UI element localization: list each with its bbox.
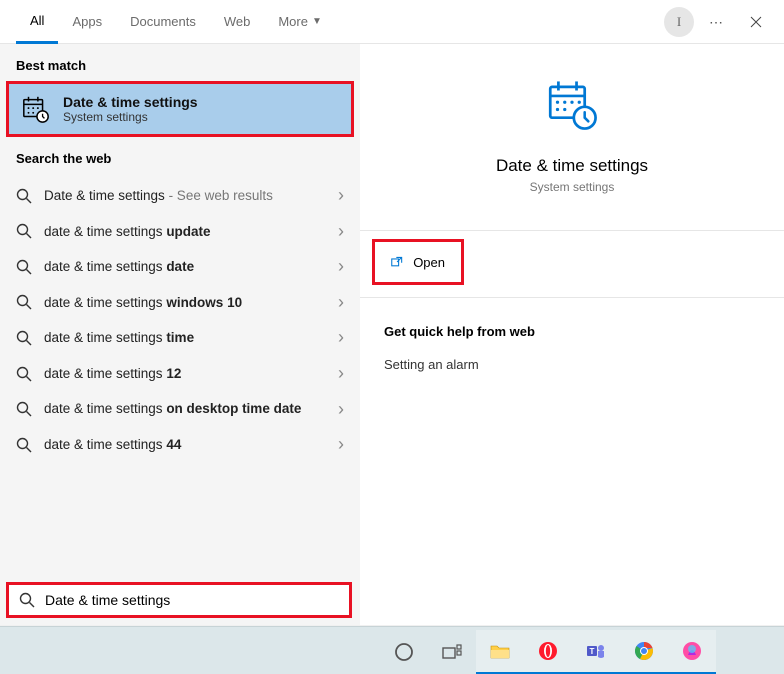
chevron-down-icon: ▼ bbox=[312, 16, 322, 27]
svg-text:T: T bbox=[590, 647, 595, 656]
web-result-text: date & time settings time bbox=[44, 329, 344, 347]
chevron-right-icon: › bbox=[338, 363, 344, 384]
search-icon bbox=[16, 294, 32, 310]
search-icon bbox=[16, 259, 32, 275]
tab-web[interactable]: Web bbox=[210, 0, 265, 44]
close-icon[interactable] bbox=[738, 4, 774, 40]
open-button[interactable]: Open bbox=[372, 239, 464, 285]
search-input[interactable] bbox=[45, 592, 339, 608]
web-result-text: date & time settings 44 bbox=[44, 436, 344, 454]
open-icon bbox=[391, 254, 403, 270]
best-match-heading: Best match bbox=[0, 44, 360, 81]
detail-panel: Date & time settings System settings Ope… bbox=[360, 44, 784, 625]
web-result-item[interactable]: date & time settings update› bbox=[0, 214, 360, 250]
chevron-right-icon: › bbox=[338, 292, 344, 313]
search-icon bbox=[16, 401, 32, 417]
divider bbox=[360, 230, 784, 231]
search-icon bbox=[19, 592, 35, 608]
calendar-clock-icon bbox=[21, 94, 51, 124]
web-result-item[interactable]: date & time settings on desktop time dat… bbox=[0, 391, 360, 427]
tab-apps[interactable]: Apps bbox=[58, 0, 116, 44]
calendar-clock-icon-large bbox=[380, 76, 764, 134]
search-icon bbox=[16, 366, 32, 382]
open-label: Open bbox=[413, 255, 445, 270]
detail-title: Date & time settings bbox=[380, 156, 764, 176]
web-result-item[interactable]: date & time settings 12› bbox=[0, 356, 360, 392]
search-web-heading: Search the web bbox=[0, 137, 360, 174]
web-result-item[interactable]: Date & time settings - See web results› bbox=[0, 178, 360, 214]
web-result-item[interactable]: date & time settings time› bbox=[0, 320, 360, 356]
web-result-text: Date & time settings - See web results bbox=[44, 187, 344, 205]
chevron-right-icon: › bbox=[338, 434, 344, 455]
quick-help-heading: Get quick help from web bbox=[384, 324, 760, 339]
more-options-icon[interactable]: ⋯ bbox=[698, 4, 734, 40]
tab-documents[interactable]: Documents bbox=[116, 0, 210, 44]
web-results-list: Date & time settings - See web results›d… bbox=[0, 174, 360, 466]
web-result-item[interactable]: date & time settings windows 10› bbox=[0, 285, 360, 321]
results-panel: Best match Date & time settings System s… bbox=[0, 44, 360, 625]
taskbar: T bbox=[0, 626, 784, 674]
web-result-text: date & time settings windows 10 bbox=[44, 294, 344, 312]
taskbar-opera[interactable] bbox=[524, 630, 572, 674]
chevron-right-icon: › bbox=[338, 221, 344, 242]
taskbar-taskview[interactable] bbox=[428, 630, 476, 674]
search-icon bbox=[16, 330, 32, 346]
best-match-item[interactable]: Date & time settings System settings bbox=[6, 81, 354, 137]
search-icon bbox=[16, 437, 32, 453]
web-result-text: date & time settings update bbox=[44, 223, 344, 241]
taskbar-teams[interactable]: T bbox=[572, 630, 620, 674]
help-item[interactable]: Setting an alarm bbox=[384, 357, 760, 372]
web-result-item[interactable]: date & time settings 44› bbox=[0, 427, 360, 463]
web-result-text: date & time settings 12 bbox=[44, 365, 344, 383]
chevron-right-icon: › bbox=[338, 399, 344, 420]
tab-more-label: More bbox=[278, 14, 308, 29]
tab-more[interactable]: More ▼ bbox=[264, 0, 336, 44]
chevron-right-icon: › bbox=[338, 185, 344, 206]
taskbar-chrome[interactable] bbox=[620, 630, 668, 674]
detail-subtitle: System settings bbox=[380, 180, 764, 194]
user-avatar[interactable]: I bbox=[664, 7, 694, 37]
tab-all[interactable]: All bbox=[16, 0, 58, 44]
chevron-right-icon: › bbox=[338, 256, 344, 277]
taskbar-app[interactable] bbox=[668, 630, 716, 674]
chevron-right-icon: › bbox=[338, 327, 344, 348]
taskbar-cortana[interactable] bbox=[380, 630, 428, 674]
search-icon bbox=[16, 223, 32, 239]
search-tabs: All Apps Documents Web More ▼ I ⋯ bbox=[0, 0, 784, 44]
web-result-text: date & time settings date bbox=[44, 258, 344, 276]
web-result-item[interactable]: date & time settings date› bbox=[0, 249, 360, 285]
best-match-title: Date & time settings bbox=[63, 94, 198, 110]
best-match-subtitle: System settings bbox=[63, 110, 198, 124]
web-result-text: date & time settings on desktop time dat… bbox=[44, 400, 344, 418]
search-bar[interactable] bbox=[6, 582, 352, 618]
search-icon bbox=[16, 188, 32, 204]
taskbar-explorer[interactable] bbox=[476, 630, 524, 674]
